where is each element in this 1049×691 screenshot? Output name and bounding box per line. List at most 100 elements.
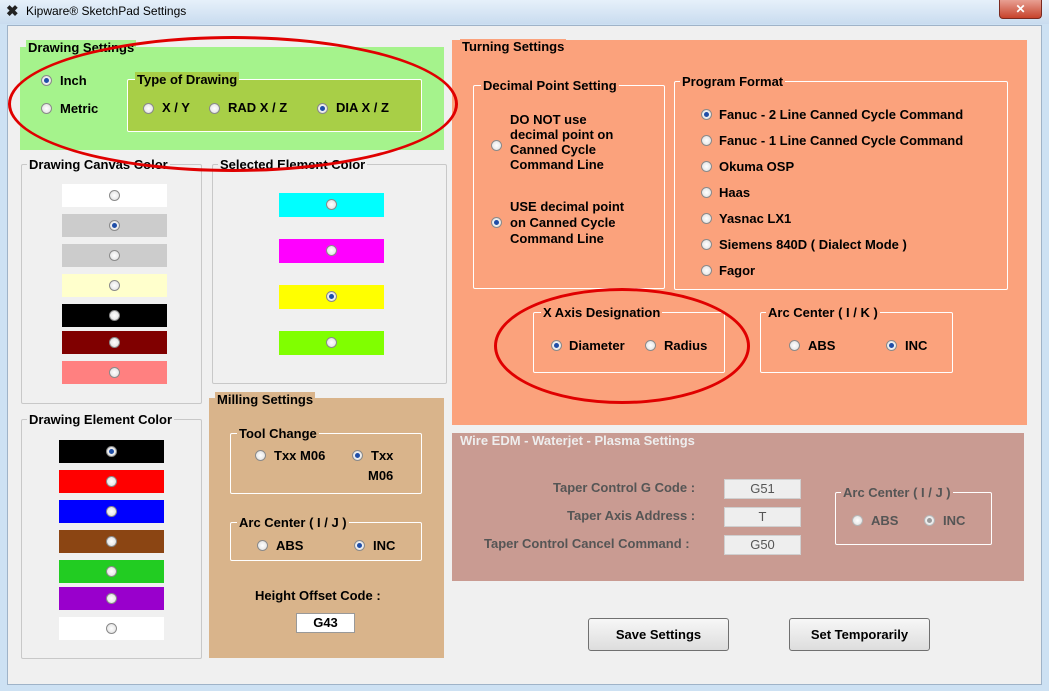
turning-abs-label: ABS — [808, 338, 836, 353]
element-color-swatch[interactable] — [59, 500, 164, 523]
title-bar: ✖ Kipware® SketchPad Settings ✕ — [0, 0, 1049, 24]
element-color-group: Drawing Element Color — [21, 412, 202, 659]
program-format-label: Haas — [719, 185, 751, 200]
decimal-point-title: Decimal Point Setting — [481, 78, 619, 93]
close-icon: ✕ — [1015, 2, 1026, 16]
taper-code-field[interactable]: G51 — [724, 479, 801, 499]
program-format-label: Fagor — [719, 263, 756, 278]
tool-change-m06-label: M06 — [368, 468, 394, 483]
element-color-swatch[interactable] — [59, 617, 164, 640]
canvas-color-swatch[interactable] — [62, 331, 167, 354]
element-color-radio[interactable] — [105, 592, 117, 604]
decimal-point-group: Decimal Point Setting DO NOT use decimal… — [473, 78, 665, 289]
wire-inc-label: INC — [943, 513, 966, 528]
milling-arc-center-title: Arc Center ( I / J ) — [237, 515, 349, 530]
wire-edm-panel: Wire EDM - Waterjet - Plasma Settings Ta… — [452, 433, 1024, 581]
element-color-swatch[interactable] — [59, 530, 164, 553]
wire-abs-radio[interactable] — [852, 515, 863, 526]
element-color-swatch[interactable] — [59, 587, 164, 610]
program-format-title: Program Format — [680, 74, 786, 89]
element-color-radio[interactable] — [105, 505, 117, 517]
taper-cancel-field[interactable]: G50 — [724, 535, 801, 555]
selected-color-swatch[interactable] — [279, 239, 384, 263]
canvas-color-swatch[interactable] — [62, 274, 167, 297]
selected-color-swatch[interactable] — [279, 331, 384, 355]
tool-change-txx-radio[interactable] — [352, 450, 363, 461]
program-format-group: Program Format Fanuc - 2 Line Canned Cyc… — [674, 74, 1008, 290]
selected-color-swatch[interactable] — [279, 285, 384, 309]
tool-change-txx-m06-radio[interactable] — [255, 450, 266, 461]
tool-change-txx-m06-label: Txx M06 — [274, 448, 326, 463]
wire-abs-label: ABS — [871, 513, 899, 528]
selected-color-radio[interactable] — [325, 291, 337, 302]
program-format-radio[interactable] — [701, 213, 712, 224]
program-format-label: Siemens 840D ( Dialect Mode ) — [719, 237, 907, 252]
turning-inc-radio[interactable] — [886, 340, 897, 351]
wire-inc-radio[interactable] — [924, 515, 935, 526]
decimal-yes-label: USE decimal point on Canned Cycle Comman… — [510, 199, 625, 246]
wire-edm-title: Wire EDM - Waterjet - Plasma Settings — [458, 433, 697, 448]
milling-settings-title: Milling Settings — [215, 392, 316, 407]
canvas-color-radio[interactable] — [108, 336, 120, 348]
height-offset-label: Height Offset Code : — [255, 588, 381, 603]
canvas-color-swatch[interactable] — [62, 214, 167, 237]
program-format-radio[interactable] — [701, 161, 712, 172]
canvas-color-radio[interactable] — [108, 366, 120, 378]
save-settings-button[interactable]: Save Settings — [588, 618, 729, 651]
canvas-color-swatch[interactable] — [62, 304, 167, 327]
selected-color-swatch[interactable] — [279, 193, 384, 217]
height-offset-field[interactable]: G43 — [296, 613, 355, 633]
turning-abs-radio[interactable] — [789, 340, 800, 351]
canvas-color-swatch[interactable] — [62, 361, 167, 384]
decimal-no-label: DO NOT use decimal point on Canned Cycle… — [510, 112, 614, 172]
turning-inc-label: INC — [905, 338, 928, 353]
canvas-color-group: Drawing Canvas Color — [21, 157, 202, 404]
selected-color-radio[interactable] — [325, 337, 337, 348]
selected-color-radio[interactable] — [325, 245, 337, 256]
program-format-radio[interactable] — [701, 239, 712, 250]
element-color-title: Drawing Element Color — [27, 412, 175, 427]
program-format-radio[interactable] — [701, 265, 712, 276]
element-color-radio[interactable] — [105, 565, 117, 577]
element-color-swatch[interactable] — [59, 470, 164, 493]
canvas-color-radio[interactable] — [108, 219, 120, 231]
milling-abs-label: ABS — [276, 538, 304, 553]
window-title: Kipware® SketchPad Settings — [26, 4, 187, 18]
element-color-radio[interactable] — [105, 622, 117, 634]
canvas-color-swatch[interactable] — [62, 244, 167, 267]
program-format-radio[interactable] — [701, 187, 712, 198]
tool-change-txx-label: Txx — [371, 448, 394, 463]
milling-inc-radio[interactable] — [354, 540, 365, 551]
milling-arc-center-group: Arc Center ( I / J ) ABS INC — [230, 515, 422, 561]
element-color-swatch[interactable] — [59, 440, 164, 463]
turning-settings-title: Turning Settings — [460, 39, 567, 54]
selected-color-radio[interactable] — [325, 199, 337, 210]
turning-arc-center-title: Arc Center ( I / K ) — [766, 305, 880, 320]
taper-axis-label: Taper Axis Address : — [567, 508, 696, 523]
app-icon: ✖ — [6, 3, 19, 20]
turning-arc-center-group: Arc Center ( I / K ) ABS INC — [760, 305, 953, 373]
taper-cancel-label: Taper Control Cancel Command : — [484, 536, 690, 551]
program-format-label: Fanuc - 1 Line Canned Cycle Command — [719, 133, 964, 148]
set-temporarily-button[interactable]: Set Temporarily — [789, 618, 930, 651]
selected-element-color-group: Selected Element Color — [212, 157, 447, 384]
canvas-color-swatch[interactable] — [62, 184, 167, 207]
canvas-color-radio[interactable] — [108, 279, 120, 291]
canvas-color-radio[interactable] — [108, 309, 120, 321]
canvas-color-radio[interactable] — [108, 189, 120, 201]
decimal-yes-radio[interactable] — [491, 217, 502, 228]
milling-settings-panel: Milling Settings Tool Change Txx M06 Txx… — [209, 392, 444, 658]
milling-abs-radio[interactable] — [257, 540, 268, 551]
canvas-color-radio[interactable] — [108, 249, 120, 261]
program-format-radio[interactable] — [701, 109, 712, 120]
element-color-swatch[interactable] — [59, 560, 164, 583]
element-color-radio[interactable] — [105, 445, 117, 457]
taper-code-label: Taper Control G Code : — [553, 480, 696, 495]
decimal-no-radio[interactable] — [491, 140, 502, 151]
program-format-radio[interactable] — [701, 135, 712, 146]
close-button[interactable]: ✕ — [999, 0, 1042, 19]
element-color-radio[interactable] — [105, 475, 117, 487]
taper-axis-field[interactable]: T — [724, 507, 801, 527]
program-format-label: Fanuc - 2 Line Canned Cycle Command — [719, 107, 964, 122]
element-color-radio[interactable] — [105, 535, 117, 547]
